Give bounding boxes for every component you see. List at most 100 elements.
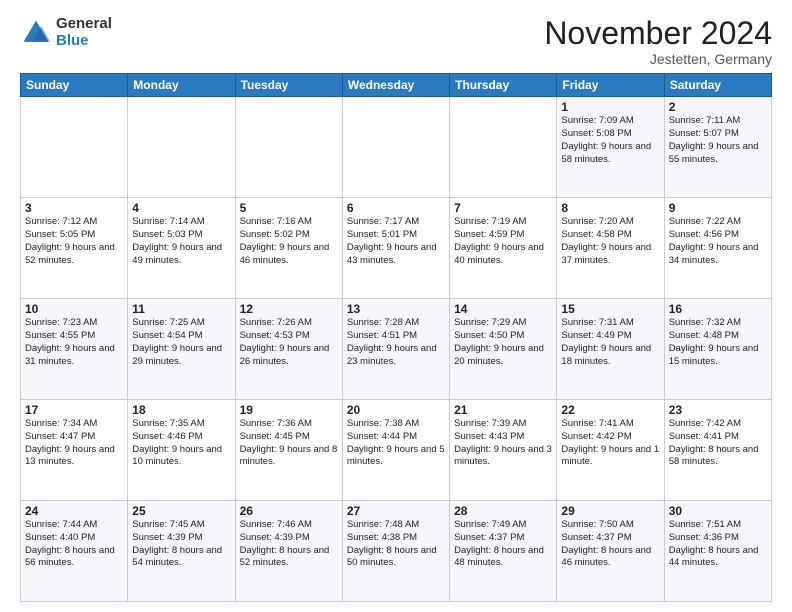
calendar-cell: 21Sunrise: 7:39 AM Sunset: 4:43 PM Dayli… [450,400,557,501]
calendar-cell: 18Sunrise: 7:35 AM Sunset: 4:46 PM Dayli… [128,400,235,501]
calendar-cell: 13Sunrise: 7:28 AM Sunset: 4:51 PM Dayli… [342,299,449,400]
calendar-body: 1Sunrise: 7:09 AM Sunset: 5:08 PM Daylig… [21,97,772,602]
cell-info: Sunrise: 7:22 AM Sunset: 4:56 PM Dayligh… [669,216,767,267]
day-number: 3 [25,201,123,215]
weekday-monday: Monday [128,74,235,97]
calendar-cell: 20Sunrise: 7:38 AM Sunset: 4:44 PM Dayli… [342,400,449,501]
title-block: November 2024 Jestetten, Germany [544,16,772,67]
cell-info: Sunrise: 7:28 AM Sunset: 4:51 PM Dayligh… [347,317,445,368]
calendar-cell: 6Sunrise: 7:17 AM Sunset: 5:01 PM Daylig… [342,198,449,299]
calendar-table: SundayMondayTuesdayWednesdayThursdayFrid… [20,73,772,602]
cell-info: Sunrise: 7:11 AM Sunset: 5:07 PM Dayligh… [669,115,767,166]
weekday-friday: Friday [557,74,664,97]
day-number: 22 [561,403,659,417]
calendar-cell [342,97,449,198]
weekday-row: SundayMondayTuesdayWednesdayThursdayFrid… [21,74,772,97]
cell-info: Sunrise: 7:36 AM Sunset: 4:45 PM Dayligh… [240,418,338,469]
day-number: 19 [240,403,338,417]
day-number: 20 [347,403,445,417]
calendar-row-2: 3Sunrise: 7:12 AM Sunset: 5:05 PM Daylig… [21,198,772,299]
calendar-cell: 10Sunrise: 7:23 AM Sunset: 4:55 PM Dayli… [21,299,128,400]
calendar-cell: 30Sunrise: 7:51 AM Sunset: 4:36 PM Dayli… [664,501,771,602]
calendar-row-5: 24Sunrise: 7:44 AM Sunset: 4:40 PM Dayli… [21,501,772,602]
month-title: November 2024 [544,16,772,51]
cell-info: Sunrise: 7:51 AM Sunset: 4:36 PM Dayligh… [669,519,767,570]
cell-info: Sunrise: 7:42 AM Sunset: 4:41 PM Dayligh… [669,418,767,469]
day-number: 23 [669,403,767,417]
calendar-cell: 15Sunrise: 7:31 AM Sunset: 4:49 PM Dayli… [557,299,664,400]
location: Jestetten, Germany [544,51,772,67]
cell-info: Sunrise: 7:09 AM Sunset: 5:08 PM Dayligh… [561,115,659,166]
calendar-cell: 3Sunrise: 7:12 AM Sunset: 5:05 PM Daylig… [21,198,128,299]
day-number: 6 [347,201,445,215]
day-number: 28 [454,504,552,518]
cell-info: Sunrise: 7:23 AM Sunset: 4:55 PM Dayligh… [25,317,123,368]
cell-info: Sunrise: 7:39 AM Sunset: 4:43 PM Dayligh… [454,418,552,469]
cell-info: Sunrise: 7:46 AM Sunset: 4:39 PM Dayligh… [240,519,338,570]
day-number: 4 [132,201,230,215]
cell-info: Sunrise: 7:41 AM Sunset: 4:42 PM Dayligh… [561,418,659,469]
calendar-cell: 27Sunrise: 7:48 AM Sunset: 4:38 PM Dayli… [342,501,449,602]
weekday-sunday: Sunday [21,74,128,97]
cell-info: Sunrise: 7:12 AM Sunset: 5:05 PM Dayligh… [25,216,123,267]
cell-info: Sunrise: 7:17 AM Sunset: 5:01 PM Dayligh… [347,216,445,267]
calendar-row-3: 10Sunrise: 7:23 AM Sunset: 4:55 PM Dayli… [21,299,772,400]
cell-info: Sunrise: 7:34 AM Sunset: 4:47 PM Dayligh… [25,418,123,469]
day-number: 26 [240,504,338,518]
day-number: 15 [561,302,659,316]
cell-info: Sunrise: 7:49 AM Sunset: 4:37 PM Dayligh… [454,519,552,570]
day-number: 24 [25,504,123,518]
day-number: 18 [132,403,230,417]
logo: General Blue [20,16,112,49]
calendar-header: SundayMondayTuesdayWednesdayThursdayFrid… [21,74,772,97]
calendar-cell: 2Sunrise: 7:11 AM Sunset: 5:07 PM Daylig… [664,97,771,198]
day-number: 10 [25,302,123,316]
calendar-cell: 26Sunrise: 7:46 AM Sunset: 4:39 PM Dayli… [235,501,342,602]
day-number: 13 [347,302,445,316]
logo-text: General Blue [56,16,112,49]
cell-info: Sunrise: 7:38 AM Sunset: 4:44 PM Dayligh… [347,418,445,469]
logo-icon [20,17,52,49]
calendar-cell: 16Sunrise: 7:32 AM Sunset: 4:48 PM Dayli… [664,299,771,400]
page: General Blue November 2024 Jestetten, Ge… [0,0,792,612]
logo-blue: Blue [56,33,112,50]
calendar-cell: 28Sunrise: 7:49 AM Sunset: 4:37 PM Dayli… [450,501,557,602]
cell-info: Sunrise: 7:32 AM Sunset: 4:48 PM Dayligh… [669,317,767,368]
calendar-cell: 17Sunrise: 7:34 AM Sunset: 4:47 PM Dayli… [21,400,128,501]
calendar-cell: 24Sunrise: 7:44 AM Sunset: 4:40 PM Dayli… [21,501,128,602]
calendar-cell: 4Sunrise: 7:14 AM Sunset: 5:03 PM Daylig… [128,198,235,299]
day-number: 7 [454,201,552,215]
calendar-cell: 14Sunrise: 7:29 AM Sunset: 4:50 PM Dayli… [450,299,557,400]
day-number: 2 [669,100,767,114]
weekday-tuesday: Tuesday [235,74,342,97]
cell-info: Sunrise: 7:45 AM Sunset: 4:39 PM Dayligh… [132,519,230,570]
cell-info: Sunrise: 7:44 AM Sunset: 4:40 PM Dayligh… [25,519,123,570]
cell-info: Sunrise: 7:50 AM Sunset: 4:37 PM Dayligh… [561,519,659,570]
weekday-saturday: Saturday [664,74,771,97]
calendar-cell: 11Sunrise: 7:25 AM Sunset: 4:54 PM Dayli… [128,299,235,400]
calendar-cell: 5Sunrise: 7:16 AM Sunset: 5:02 PM Daylig… [235,198,342,299]
cell-info: Sunrise: 7:20 AM Sunset: 4:58 PM Dayligh… [561,216,659,267]
calendar-cell: 12Sunrise: 7:26 AM Sunset: 4:53 PM Dayli… [235,299,342,400]
day-number: 1 [561,100,659,114]
calendar-cell: 23Sunrise: 7:42 AM Sunset: 4:41 PM Dayli… [664,400,771,501]
calendar-cell [21,97,128,198]
calendar-cell: 7Sunrise: 7:19 AM Sunset: 4:59 PM Daylig… [450,198,557,299]
day-number: 21 [454,403,552,417]
day-number: 29 [561,504,659,518]
cell-info: Sunrise: 7:35 AM Sunset: 4:46 PM Dayligh… [132,418,230,469]
cell-info: Sunrise: 7:26 AM Sunset: 4:53 PM Dayligh… [240,317,338,368]
calendar-cell: 9Sunrise: 7:22 AM Sunset: 4:56 PM Daylig… [664,198,771,299]
calendar-cell [450,97,557,198]
day-number: 27 [347,504,445,518]
calendar-row-4: 17Sunrise: 7:34 AM Sunset: 4:47 PM Dayli… [21,400,772,501]
cell-info: Sunrise: 7:48 AM Sunset: 4:38 PM Dayligh… [347,519,445,570]
logo-general: General [56,16,112,33]
cell-info: Sunrise: 7:31 AM Sunset: 4:49 PM Dayligh… [561,317,659,368]
header: General Blue November 2024 Jestetten, Ge… [20,16,772,67]
calendar-cell: 19Sunrise: 7:36 AM Sunset: 4:45 PM Dayli… [235,400,342,501]
day-number: 14 [454,302,552,316]
day-number: 12 [240,302,338,316]
day-number: 25 [132,504,230,518]
day-number: 17 [25,403,123,417]
